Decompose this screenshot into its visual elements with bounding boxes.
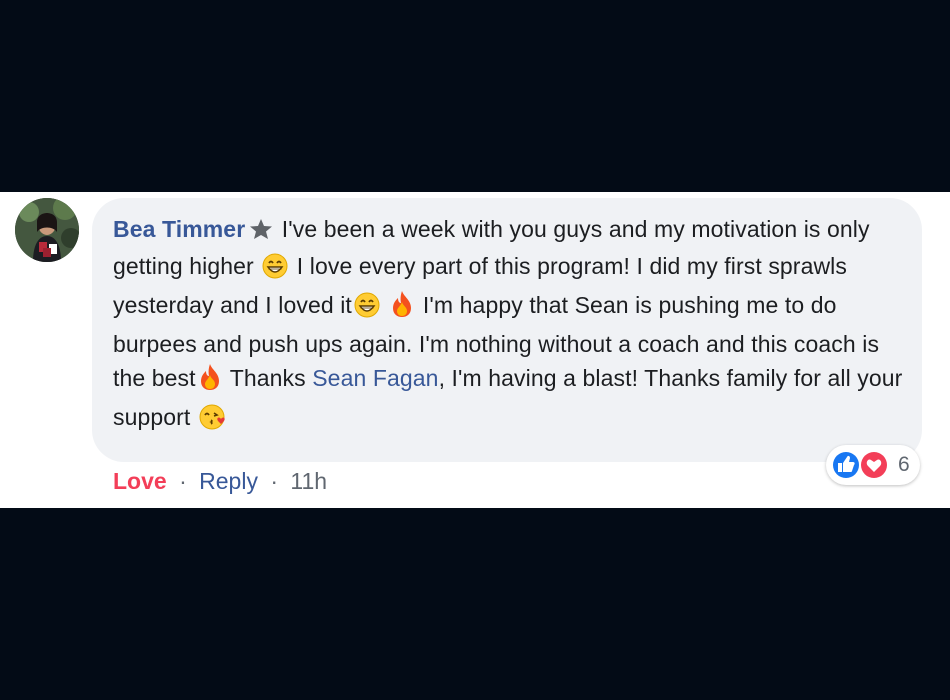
timestamp[interactable]: 11h (290, 468, 327, 494)
reactions-summary[interactable]: 6 (826, 445, 920, 485)
grinning-face-icon (262, 253, 288, 288)
love-reaction-icon (859, 450, 889, 480)
love-button[interactable]: Love (113, 468, 167, 494)
mention-link[interactable]: Sean Fagan (312, 365, 438, 391)
reaction-count: 6 (898, 453, 910, 476)
separator-dot: · (270, 468, 279, 494)
fire-icon (198, 363, 222, 400)
grinning-face-icon (354, 292, 380, 327)
avatar[interactable] (15, 198, 79, 262)
separator-dot: · (179, 468, 187, 494)
comment-body: Bea Timmer I've been a week with you guy… (113, 212, 913, 439)
author-name[interactable]: Bea Timmer (113, 216, 245, 242)
comment-text-part: Thanks (223, 365, 313, 391)
kissing-heart-face-icon (199, 404, 227, 439)
reply-button[interactable]: Reply (199, 468, 258, 494)
top-fan-star-icon[interactable] (249, 215, 273, 249)
comment-actions: Love · Reply · 11h (113, 466, 327, 496)
like-reaction-icon (831, 450, 861, 480)
fire-icon (390, 290, 414, 327)
